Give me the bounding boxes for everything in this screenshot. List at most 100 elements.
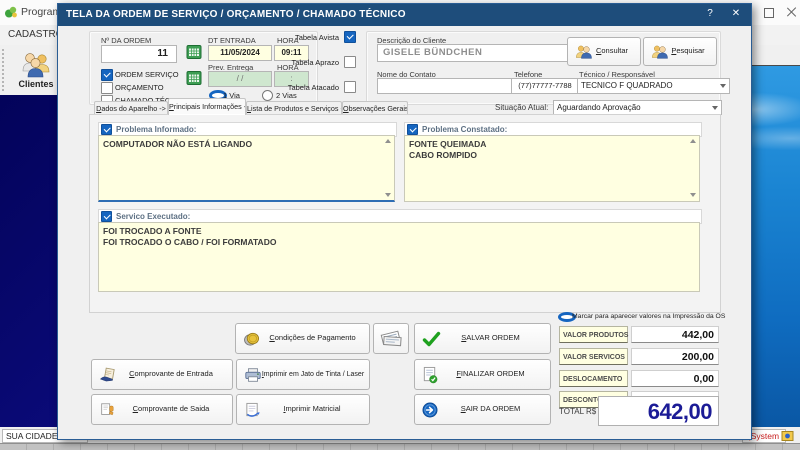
prev-entrega-field[interactable]: / /	[208, 71, 272, 87]
problema-constatado-textarea[interactable]: FONTE QUEIMADA CABO ROMPIDO	[404, 135, 700, 202]
deslocamento-value[interactable]: 0,00	[631, 370, 719, 387]
valor-produtos-label: VALOR PRODUTOS	[559, 326, 628, 343]
dialog-close-button[interactable]: ✕	[728, 8, 744, 22]
servico-executado-label: Servico Executado:	[116, 212, 191, 221]
tabela-aprazo-label: Tabela Aprazo	[291, 58, 339, 67]
toolbar-clientes-button[interactable]: Clientes	[10, 47, 62, 93]
cliente-desc-input[interactable]: GISELE BÜNDCHEN	[377, 44, 569, 62]
comprovante-entrada-label: Comprovante de Entrada	[129, 369, 213, 379]
restore-icon[interactable]	[764, 8, 774, 18]
printer-icon	[244, 367, 262, 382]
problema-informado-textarea[interactable]: COMPUTADOR NÃO ESTÁ LIGANDO	[98, 135, 395, 202]
consultar-label: Consultar	[595, 46, 629, 56]
ordem-servico-checkbox[interactable]	[101, 69, 113, 81]
tab-lista-produtos[interactable]: Lista de Produtos e Serviços ->	[246, 101, 342, 115]
situacao-select[interactable]: Aguardando Aprovação	[553, 100, 722, 115]
pesquisar-label: Pesquisar	[671, 46, 705, 56]
hand-give-icon	[99, 402, 115, 418]
orcamento-label: ORÇAMENTO	[115, 83, 164, 92]
hand-receive-icon	[99, 367, 117, 383]
ordem-servico-label: ORDEM SERVIÇO	[115, 70, 179, 79]
tabela-atacado-label: Tabela Atacado	[287, 83, 339, 92]
mdi-background-left	[0, 95, 57, 427]
contato-input[interactable]	[377, 78, 513, 94]
service-order-dialog: TELA DA ORDEM DE SERVIÇO / ORÇAMENTO / C…	[57, 3, 752, 440]
via2-label: 2 Vias	[276, 91, 297, 100]
check-icon	[422, 331, 441, 346]
matrix-printer-icon	[244, 402, 261, 418]
document-check-icon	[422, 366, 438, 383]
taskbar[interactable]	[0, 443, 800, 450]
dt-entrada-label: DT ENTRADA	[208, 36, 256, 45]
comprovante-saida-label: Comprovante de Saida	[132, 404, 210, 414]
pesquisar-button[interactable]: Pesquisar	[643, 37, 717, 66]
screen: Programa A CADASTROS Clientes SUA CIDADE…	[0, 0, 800, 450]
app-logo-icon	[4, 5, 18, 24]
toolbar-drag-handle[interactable]	[2, 49, 8, 91]
tecnico-select[interactable]: TECNICO F QUADRADO	[577, 78, 730, 94]
dt-entrada-field[interactable]: 11/05/2024	[208, 45, 272, 61]
tecnico-value: TECNICO F QUADRADO	[581, 81, 673, 90]
imprimir-jato-button[interactable]: Imprimir em Jato de Tinta / Laser	[236, 359, 370, 390]
salvar-ordem-button[interactable]: SALVAR ORDEM	[414, 323, 551, 354]
order-number-label: Nº DA ORDEM	[101, 36, 152, 45]
servico-executado-textarea[interactable]: FOI TROCADO A FONTE FOI TROCADO O CABO /…	[98, 222, 700, 292]
tabela-aprazo-checkbox[interactable]	[344, 56, 356, 68]
condicoes-label: Condições de Pagamento	[269, 333, 356, 343]
valor-servicos-label: VALOR SERVICOS	[559, 348, 628, 365]
servico-executado-checkbox[interactable]	[101, 211, 112, 222]
scroll-up-icon[interactable]	[690, 139, 696, 143]
comprovante-saida-button[interactable]: Comprovante de Saida	[91, 394, 233, 425]
imprimir-jato-label: Imprimir em Jato de Tinta / Laser	[261, 370, 365, 378]
problema-constatado-label: Problema Constatado:	[422, 125, 508, 134]
coins-icon	[243, 331, 261, 347]
people-icon	[575, 44, 592, 59]
problema-constatado-checkbox[interactable]	[407, 124, 418, 135]
tab-dados-aparelho[interactable]: Dados do Aparelho ->	[94, 101, 168, 115]
telefone-field[interactable]: (77)77777-7788	[511, 78, 579, 94]
chevron-down-icon	[720, 84, 726, 88]
tab-content-panel: Problema Informado: COMPUTADOR NÃO ESTÁ …	[89, 114, 721, 313]
valor-servicos-value[interactable]: 200,00	[631, 348, 719, 365]
toolbar-clientes-label: Clientes	[18, 78, 54, 89]
imprimir-matricial-button[interactable]: Imprimir Matricial	[236, 394, 370, 425]
dialog-titlebar[interactable]: TELA DA ORDEM DE SERVIÇO / ORÇAMENTO / C…	[58, 4, 751, 26]
desktop-wallpaper	[750, 65, 800, 428]
deslocamento-label: DESLOCAMENTO	[559, 370, 628, 387]
calendar-icon[interactable]	[186, 44, 202, 65]
cheque-button[interactable]	[373, 323, 409, 354]
tab-observacoes[interactable]: Observações Gerais	[342, 101, 408, 115]
problema-informado-label: Problema Informado:	[116, 125, 197, 134]
scroll-up-icon[interactable]	[385, 139, 391, 143]
order-number-input[interactable]: 11	[101, 45, 177, 63]
tabela-avista-checkbox[interactable]	[344, 31, 356, 43]
scroll-down-icon[interactable]	[385, 193, 391, 197]
tab-principais-informacoes[interactable]: Principais Informações ->	[168, 98, 246, 115]
valor-produtos-value[interactable]: 442,00	[631, 326, 719, 343]
comprovante-entrada-button[interactable]: Comprovante de Entrada	[91, 359, 233, 390]
situacao-label: Situação Atual:	[495, 103, 549, 112]
finalizar-label: FINALIZAR ORDEM	[456, 369, 525, 379]
marcar-valores-label: Marcar para aparecer valores na Impressã…	[572, 313, 726, 320]
exit-arrow-icon	[422, 402, 438, 418]
condicoes-pagamento-button[interactable]: Condições de Pagamento	[235, 323, 370, 354]
total-label: TOTAL R$	[559, 407, 597, 416]
via2-radio[interactable]	[262, 90, 273, 101]
total-value: 642,00	[598, 396, 719, 426]
client-group: Descrição do Cliente GISELE BÜNDCHEN Con…	[366, 31, 730, 105]
close-icon[interactable]	[786, 6, 798, 18]
people-search-icon	[651, 44, 668, 59]
order-group: Nº DA ORDEM 11 ORDEM SERVIÇO ORÇAMENTO C…	[89, 31, 318, 107]
help-button[interactable]: ?	[702, 8, 718, 22]
calendar-icon[interactable]	[186, 70, 202, 91]
tabela-avista-label: Tabela Avista	[294, 33, 339, 42]
problema-informado-checkbox[interactable]	[101, 124, 112, 135]
finalizar-ordem-button[interactable]: FINALIZAR ORDEM	[414, 359, 551, 390]
tabela-atacado-checkbox[interactable]	[344, 81, 356, 93]
orcamento-checkbox[interactable]	[101, 82, 113, 94]
scroll-down-icon[interactable]	[690, 193, 696, 197]
consultar-button[interactable]: Consultar	[567, 37, 641, 66]
clients-icon	[21, 52, 51, 78]
cheque-icon	[379, 328, 403, 349]
sair-ordem-button[interactable]: SAIR DA ORDEM	[414, 394, 551, 425]
